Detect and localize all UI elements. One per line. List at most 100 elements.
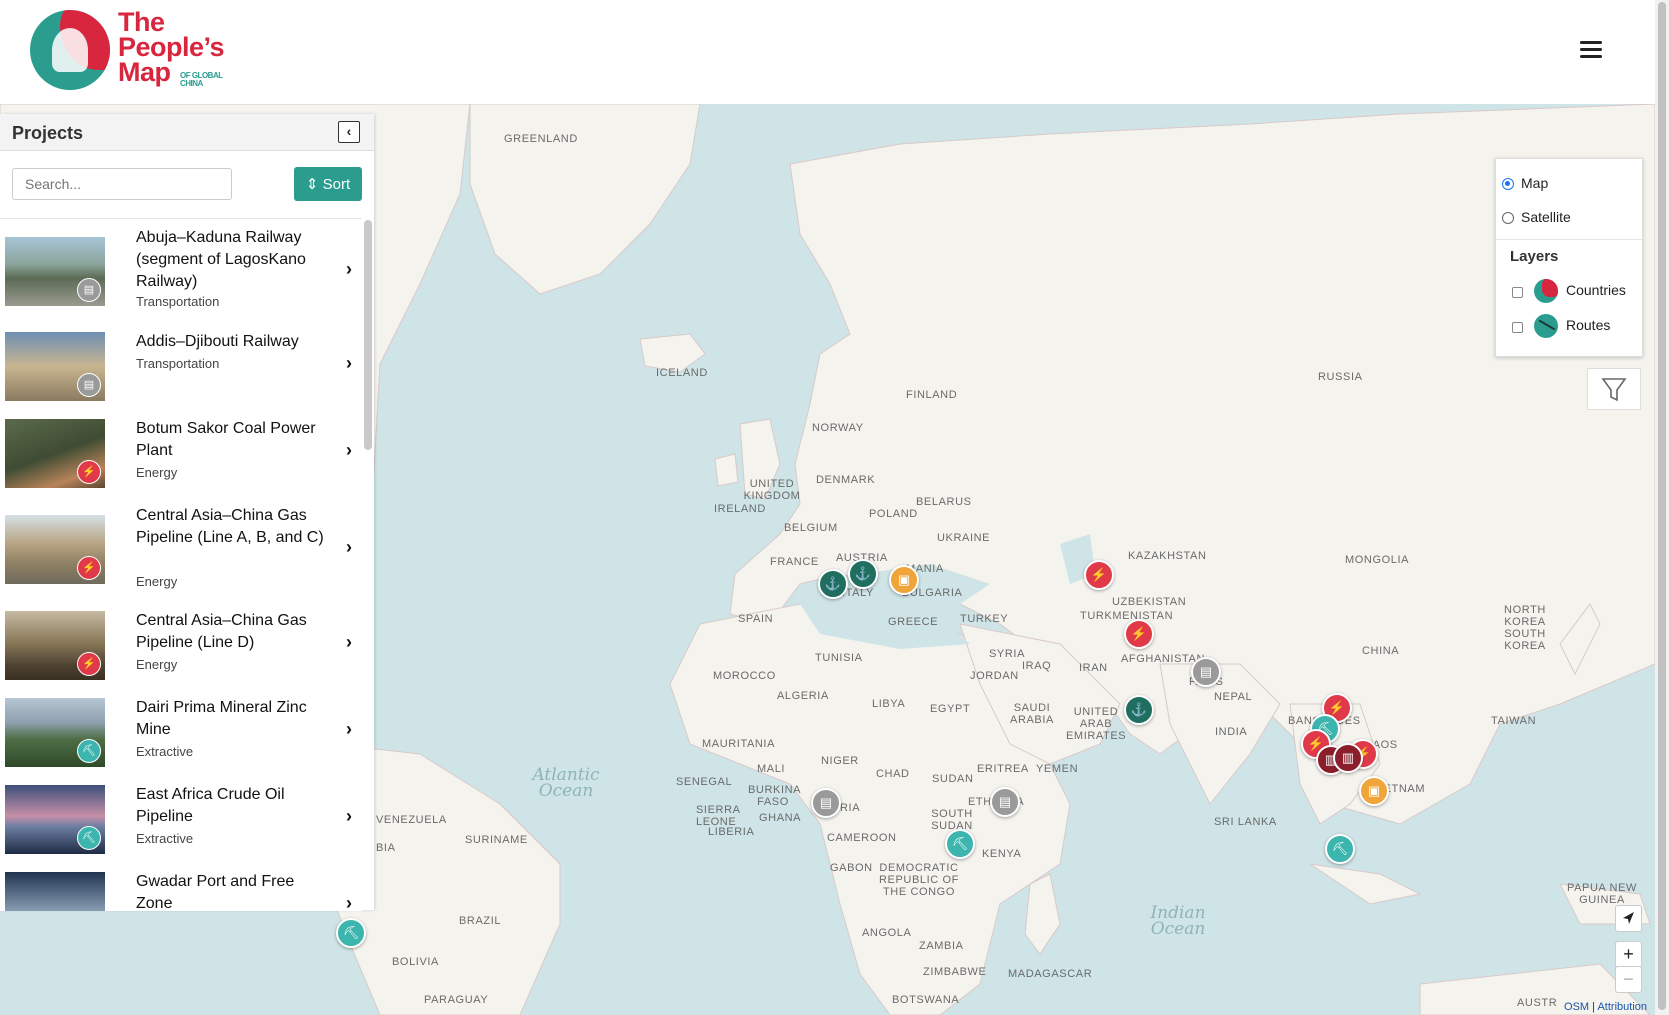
- label-mali: MALI: [757, 763, 786, 775]
- routes-checkbox[interactable]: [1512, 322, 1523, 333]
- label-iran: IRAN: [1079, 662, 1108, 674]
- label-south-korea: SOUTH KOREA: [1504, 628, 1546, 652]
- countries-checkbox[interactable]: [1512, 287, 1523, 298]
- project-pin-transport[interactable]: ▤: [1191, 657, 1221, 687]
- project-category: Transportation: [136, 294, 220, 309]
- locate-arrow-icon[interactable]: [1615, 905, 1642, 932]
- logo-subtitle: OF GLOBAL CHINA: [180, 71, 223, 88]
- filter-icon[interactable]: [1587, 368, 1641, 410]
- chevron-right-icon: ›: [346, 440, 352, 460]
- label-mongolia: MONGOLIA: [1345, 554, 1410, 566]
- project-title: Botum Sakor Coal Power Plant: [136, 420, 316, 459]
- project-thumbnail: [5, 872, 105, 911]
- zoom-in-button[interactable]: +: [1615, 941, 1642, 968]
- label-algeria: ALGERIA: [777, 690, 829, 702]
- project-pin-port[interactable]: ⚓: [818, 569, 848, 599]
- label-atlantic-ocean: Atlantic Ocean: [532, 765, 600, 801]
- list-scrollbar[interactable]: [364, 220, 372, 450]
- countries-layer-label[interactable]: Countries: [1566, 282, 1626, 298]
- project-pin-energy[interactable]: ⚡: [1124, 619, 1154, 649]
- peoples-map-logo[interactable]: The People’s Map OF GLOBAL CHINA: [30, 9, 240, 92]
- satellite-radio-label[interactable]: Satellite: [1521, 209, 1571, 225]
- projects-list: ▤ Abuja–Kaduna Railway (segment of Lagos…: [0, 218, 362, 911]
- label-china: CHINA: [1362, 645, 1400, 657]
- satellite-radio[interactable]: [1502, 212, 1514, 224]
- osm-link[interactable]: OSM: [1564, 1001, 1589, 1013]
- project-pin-energy[interactable]: ⚡: [1084, 560, 1114, 590]
- project-pin-finance[interactable]: ▣: [889, 565, 919, 595]
- label-south-sudan: SOUTH SUDAN: [931, 808, 973, 832]
- project-category: Energy: [136, 574, 178, 589]
- project-title: Central Asia–China Gas Pipeline (Line A,…: [136, 507, 324, 546]
- label-chad: CHAD: [876, 768, 910, 780]
- zoom-out-button[interactable]: −: [1615, 966, 1642, 993]
- project-list-item[interactable]: ⚡ Central Asia–China Gas Pipeline (Line …: [0, 602, 362, 690]
- map-radio[interactable]: [1502, 178, 1514, 190]
- project-list-item[interactable]: ⚡ Botum Sakor Coal Power Plant Energy ›: [0, 410, 362, 498]
- label-iceland: ICELAND: [656, 367, 708, 379]
- project-pin-port[interactable]: ⚓: [1124, 695, 1154, 725]
- project-list-item[interactable]: ⛏ East Africa Crude Oil Pipeline Extract…: [0, 776, 362, 864]
- layer-switcher: Map Satellite Layers Countries Routes: [1495, 158, 1643, 357]
- layers-heading: Layers: [1510, 248, 1559, 265]
- chevron-right-icon: ›: [346, 719, 352, 739]
- logo-title: The People’s Map OF GLOBAL CHINA: [118, 9, 225, 88]
- search-input[interactable]: [12, 168, 232, 200]
- label-niger: NIGER: [821, 755, 859, 767]
- label-sudan: SUDAN: [932, 773, 974, 785]
- project-pin-transport[interactable]: ▤: [990, 787, 1020, 817]
- label-uae: UNITED ARAB EMIRATES: [1066, 706, 1127, 742]
- project-thumbnail: ▤: [5, 237, 105, 306]
- label-angola: ANGOLA: [862, 927, 912, 939]
- label-iraq: IRAQ: [1022, 660, 1052, 672]
- label-suriname: SURINAME: [465, 834, 528, 846]
- label-uzbekistan: UZBEKISTAN: [1112, 596, 1187, 608]
- project-title: Gwadar Port and Free Zone: [136, 873, 295, 911]
- project-list-item[interactable]: ▤ Addis–Djibouti Railway Transportation …: [0, 323, 362, 411]
- projects-panel: Projects ‹ ⇕ Sort ▤ Abuja–Kaduna Railway…: [0, 114, 374, 911]
- project-category: Extractive: [136, 831, 194, 846]
- sort-button[interactable]: ⇕ Sort: [294, 167, 362, 201]
- label-senegal: SENEGAL: [676, 776, 733, 788]
- label-taiwan: TAIWAN: [1491, 715, 1537, 727]
- routes-layer-icon: [1534, 314, 1558, 338]
- label-indian-ocean: Indian Ocean: [1150, 903, 1206, 939]
- map-radio-label[interactable]: Map: [1521, 175, 1548, 191]
- site-header: The People’s Map OF GLOBAL CHINA: [0, 0, 1655, 104]
- project-pin-extractive[interactable]: ⛏: [336, 918, 366, 948]
- project-list-item[interactable]: ⚡ Central Asia–China Gas Pipeline (Line …: [0, 497, 362, 603]
- routes-layer-label[interactable]: Routes: [1566, 317, 1610, 333]
- label-tunisia: TUNISIA: [815, 652, 863, 664]
- attribution-link[interactable]: Attribution: [1597, 1001, 1647, 1013]
- project-title: Addis–Djibouti Railway: [136, 333, 299, 350]
- label-saudi-arabia: SAUDI ARABIA: [1010, 702, 1054, 726]
- label-cameroon: CAMEROON: [827, 832, 897, 844]
- label-eritrea: ERITREA: [977, 763, 1029, 775]
- label-libya: LIBYA: [872, 698, 906, 710]
- label-india: INDIA: [1215, 726, 1248, 738]
- project-pin-extractive[interactable]: ⛏: [945, 829, 975, 859]
- project-pin-port[interactable]: ⚓: [848, 559, 878, 589]
- mining-icon: ⛏: [77, 739, 101, 763]
- label-denmark: DENMARK: [816, 474, 876, 486]
- mining-icon: ⛏: [77, 826, 101, 850]
- project-list-item[interactable]: Gwadar Port and Free Zone ›: [0, 863, 362, 911]
- page-scrollbar[interactable]: [1655, 0, 1669, 1015]
- project-thumbnail: ▤: [5, 332, 105, 401]
- hamburger-icon[interactable]: [1580, 41, 1602, 59]
- label-bolivia: BOLIVIA: [392, 956, 439, 968]
- project-pin-transport[interactable]: ▤: [811, 788, 841, 818]
- project-title: Dairi Prima Mineral Zinc Mine: [136, 699, 307, 738]
- label-greenland: GREENLAND: [504, 133, 578, 145]
- label-north-korea: NORTH KOREA: [1504, 604, 1546, 628]
- chevron-right-icon: ›: [346, 353, 352, 373]
- project-list-item[interactable]: ⛏ Dairi Prima Mineral Zinc Mine Extracti…: [0, 689, 362, 777]
- project-list-item[interactable]: ▤ Abuja–Kaduna Railway (segment of Lagos…: [0, 219, 362, 324]
- project-pin-finance[interactable]: ▣: [1359, 776, 1389, 806]
- divider: [1496, 239, 1642, 240]
- label-drc: DEMOCRATIC REPUBLIC OF THE CONGO: [879, 862, 959, 898]
- chevron-left-icon[interactable]: ‹: [338, 121, 360, 143]
- label-spain: SPAIN: [738, 613, 774, 625]
- project-pin-extractive[interactable]: ⛏: [1325, 834, 1355, 864]
- project-pin-industry[interactable]: ▥: [1333, 743, 1363, 773]
